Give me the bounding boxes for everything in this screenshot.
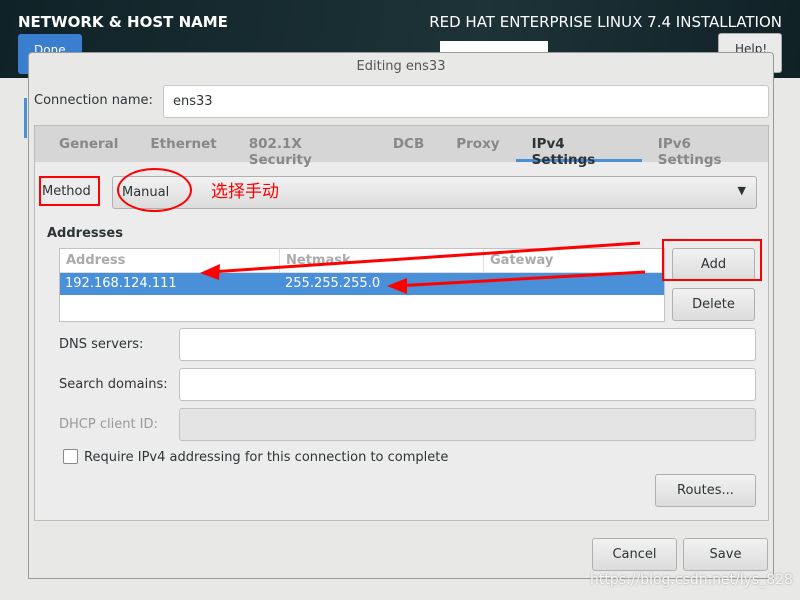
annotation-box-add: [662, 239, 762, 281]
watermark: https://blog.csdn.net/lys_828: [590, 572, 793, 588]
search-domains-label: Search domains:: [59, 377, 168, 392]
annotation-text: 选择手动: [211, 182, 279, 202]
dhcp-client-id-input: [179, 408, 756, 441]
annotation-box-method: [39, 176, 100, 206]
cancel-button[interactable]: Cancel: [592, 538, 677, 571]
product-title: RED HAT ENTERPRISE LINUX 7.4 INSTALLATIO…: [429, 13, 782, 31]
tab-bar: General Ethernet 802.1X Security DCB Pro…: [35, 126, 768, 168]
arrow-to-netmask: [394, 270, 646, 288]
dialog-title: Editing ens33: [356, 59, 446, 74]
annotation-circle-manual: [117, 168, 192, 212]
tab-proxy[interactable]: Proxy: [440, 126, 515, 162]
chevron-down-icon: ▼: [737, 184, 746, 197]
background-list-selection: [24, 98, 27, 138]
method-dropdown[interactable]: Manual ▼: [112, 176, 757, 209]
dns-servers-input[interactable]: [179, 328, 756, 361]
dns-servers-label: DNS servers:: [59, 337, 144, 352]
edit-connection-dialog: Editing ens33 Connection name: ens33 Gen…: [28, 52, 774, 579]
tab-ipv4-settings[interactable]: IPv4 Settings: [515, 126, 642, 168]
addresses-label: Addresses: [47, 226, 123, 241]
tab-general[interactable]: General: [43, 126, 134, 162]
tab-ethernet[interactable]: Ethernet: [134, 126, 232, 162]
delete-button[interactable]: Delete: [672, 288, 755, 321]
connection-name-input[interactable]: ens33: [163, 85, 769, 118]
dhcp-client-id-label: DHCP client ID:: [59, 417, 158, 432]
page-title: NETWORK & HOST NAME: [18, 13, 228, 31]
tab-8021x-security[interactable]: 802.1X Security: [233, 126, 377, 168]
arrowhead: [387, 278, 407, 294]
settings-notebook: General Ethernet 802.1X Security DCB Pro…: [34, 125, 769, 521]
tab-ipv6-settings[interactable]: IPv6 Settings: [642, 126, 768, 168]
tab-dcb[interactable]: DCB: [377, 126, 440, 162]
annotation-arrows: [200, 241, 646, 294]
require-ipv4-label[interactable]: Require IPv4 addressing for this connect…: [84, 450, 448, 465]
search-domains-input[interactable]: [179, 368, 756, 401]
arrowhead: [200, 264, 220, 280]
arrow-to-address: [209, 241, 641, 274]
connection-name-label: Connection name:: [34, 93, 153, 108]
routes-button[interactable]: Routes...: [655, 474, 756, 507]
save-button[interactable]: Save: [683, 538, 768, 571]
require-ipv4-checkbox[interactable]: [63, 449, 78, 464]
